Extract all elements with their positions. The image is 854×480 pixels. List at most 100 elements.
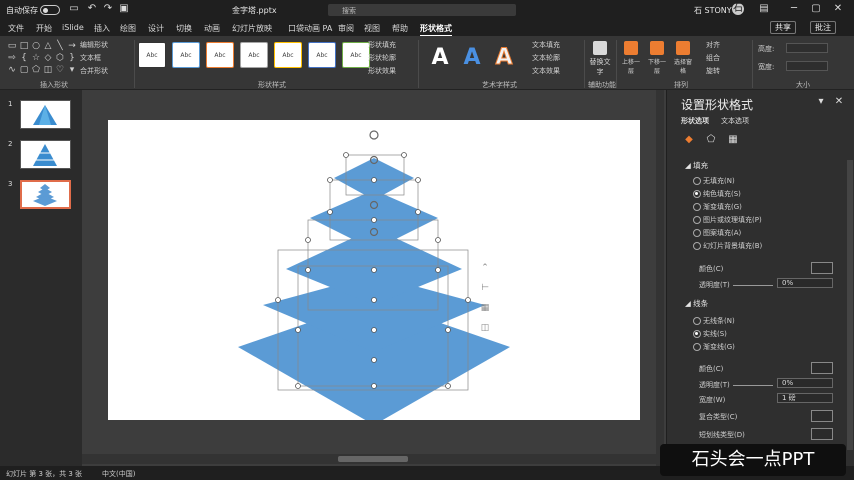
height-input[interactable]: [786, 43, 828, 53]
compound-type-dropdown[interactable]: [811, 410, 833, 422]
radio-picture-fill[interactable]: 图片或纹理填充(P): [693, 215, 762, 225]
tab-animations[interactable]: 动画: [204, 23, 220, 34]
tab-pocket-animation[interactable]: 口袋动画 PA: [288, 23, 332, 34]
slide-canvas[interactable]: [108, 120, 640, 425]
text-fill-button[interactable]: 文本填充: [532, 40, 560, 50]
tab-view[interactable]: 视图: [364, 23, 380, 34]
style-option[interactable]: Abc: [274, 42, 302, 68]
radio-background-fill[interactable]: 幻灯片背景填充(B): [693, 241, 762, 251]
minimize-icon[interactable]: ─: [788, 3, 800, 15]
radio-gradient-fill[interactable]: 渐变填充(G): [693, 202, 742, 212]
shape-gallery[interactable]: ▭ □ ○ △ ╲ → ⇨{☆ ◇ ⬡} ∿ ▢ ⬠ ◫ ♡ ▾: [6, 40, 78, 76]
shape-fill-button[interactable]: 形状填充: [368, 40, 396, 50]
radio-solid-line[interactable]: 实线(S): [693, 329, 727, 339]
ribbon-display-icon[interactable]: ▤: [758, 3, 770, 15]
tab-islide[interactable]: iSlide: [62, 23, 84, 32]
rectangle-icon[interactable]: ▭: [6, 40, 18, 52]
shape-effects-button[interactable]: 形状效果: [368, 66, 396, 76]
pentagon-icon[interactable]: ⬠: [30, 64, 42, 76]
tab-help[interactable]: 帮助: [392, 23, 408, 34]
horizontal-scrollbar[interactable]: [82, 454, 666, 464]
tab-design[interactable]: 设计: [148, 23, 164, 34]
arrow-icon[interactable]: ⇨: [6, 52, 18, 64]
slide-thumbnail-3[interactable]: [20, 180, 71, 209]
width-input[interactable]: [786, 61, 828, 71]
radio-solid-fill[interactable]: 纯色填充(S): [693, 189, 741, 199]
line-transparency-input[interactable]: 0%: [777, 378, 833, 388]
tab-home[interactable]: 开始: [36, 23, 52, 34]
style-option[interactable]: Abc: [138, 42, 166, 68]
tab-text-options[interactable]: 文本选项: [721, 116, 749, 126]
triangle-icon[interactable]: △: [42, 40, 54, 52]
tab-shape-options[interactable]: 形状选项: [681, 116, 709, 126]
avatar[interactable]: 石: [732, 3, 744, 15]
selection-pane-button[interactable]: 选择窗格: [672, 41, 694, 75]
heart-icon[interactable]: ♡: [54, 64, 66, 76]
line-section-header[interactable]: ◢ 线条: [685, 298, 708, 309]
close-icon[interactable]: ✕: [832, 3, 844, 15]
fill-line-icon[interactable]: ◆: [683, 134, 695, 146]
vertical-scrollbar[interactable]: [656, 90, 664, 466]
share-button[interactable]: 共享: [770, 21, 796, 34]
pane-close-icon[interactable]: ✕: [833, 96, 845, 108]
oval-icon[interactable]: ○: [30, 40, 42, 52]
wordart-style-black[interactable]: A: [426, 42, 454, 74]
bring-forward-button[interactable]: 上移一层: [620, 41, 642, 75]
tab-draw[interactable]: 绘图: [120, 23, 136, 34]
alt-text-button[interactable]: 替换文字: [588, 41, 612, 76]
slide-thumbnail-1[interactable]: [20, 100, 71, 129]
layout-options-icon[interactable]: ⌃ ⊢ ▦ ◫: [480, 258, 490, 348]
fill-section-header[interactable]: ◢ 填充: [685, 160, 708, 171]
pane-scrollbar[interactable]: [847, 160, 853, 450]
merge-shapes-button[interactable]: 合并形状: [80, 66, 108, 76]
tab-slideshow[interactable]: 幻灯片放映: [232, 23, 272, 34]
search-input[interactable]: 搜索: [328, 4, 516, 16]
tab-file[interactable]: 文件: [8, 23, 24, 34]
slide-thumbnail-2[interactable]: [20, 140, 71, 169]
style-option[interactable]: Abc: [342, 42, 370, 68]
tab-review[interactable]: 审阅: [338, 23, 354, 34]
fill-color-picker[interactable]: [811, 262, 833, 274]
line-color-picker[interactable]: [811, 362, 833, 374]
style-option[interactable]: Abc: [308, 42, 336, 68]
effects-icon[interactable]: ⬠: [705, 134, 717, 146]
hexagon-icon[interactable]: ⬡: [54, 52, 66, 64]
radio-pattern-fill[interactable]: 图案填充(A): [693, 228, 741, 238]
curve-icon[interactable]: ∿: [6, 64, 18, 76]
size-properties-icon[interactable]: ▦: [727, 134, 739, 146]
text-outline-button[interactable]: 文本轮廓: [532, 53, 560, 63]
shape-style-gallery[interactable]: Abc Abc Abc Abc Abc Abc Abc: [138, 42, 370, 68]
restore-icon[interactable]: ▢: [810, 3, 822, 15]
radio-no-fill[interactable]: 无填充(N): [693, 176, 735, 186]
line-width-input[interactable]: 1 磅: [777, 393, 833, 403]
diamond-icon[interactable]: ◇: [42, 52, 54, 64]
save-icon[interactable]: ▭: [68, 3, 80, 15]
rounded-rect-icon[interactable]: ▢: [18, 64, 30, 76]
send-backward-button[interactable]: 下移一层: [646, 41, 668, 75]
scroll-thumb[interactable]: [338, 456, 408, 462]
text-effects-button[interactable]: 文本效果: [532, 66, 560, 76]
rotate-button[interactable]: 旋转: [706, 66, 720, 76]
radio-no-line[interactable]: 无线条(N): [693, 316, 735, 326]
more-shapes-icon[interactable]: ▾: [66, 64, 78, 76]
autosave-toggle[interactable]: [40, 5, 60, 15]
star-icon[interactable]: ☆: [30, 52, 42, 64]
text-box-button[interactable]: 文本框: [80, 53, 101, 63]
pane-options-icon[interactable]: ▾: [815, 96, 827, 108]
fill-transparency-input[interactable]: 0%: [777, 278, 833, 288]
radio-gradient-line[interactable]: 渐变线(G): [693, 342, 735, 352]
pyramid-diagram[interactable]: [108, 120, 640, 425]
style-option[interactable]: Abc: [172, 42, 200, 68]
group-button[interactable]: 组合: [706, 53, 720, 63]
tab-insert[interactable]: 插入: [94, 23, 110, 34]
arrow-icon[interactable]: →: [66, 40, 78, 52]
fill-transparency-slider[interactable]: [733, 285, 773, 286]
edit-shape-button[interactable]: 编辑形状: [80, 40, 108, 50]
present-icon[interactable]: ▣: [118, 3, 130, 15]
comment-button[interactable]: 批注: [810, 21, 836, 34]
wordart-style-orange[interactable]: A: [490, 42, 518, 74]
redo-icon[interactable]: ↷: [102, 3, 114, 15]
slide-editor[interactable]: ⌃ ⊢ ▦ ◫: [82, 90, 666, 466]
language-indicator[interactable]: 中文(中国): [102, 469, 135, 479]
undo-icon[interactable]: ↶: [86, 3, 98, 15]
